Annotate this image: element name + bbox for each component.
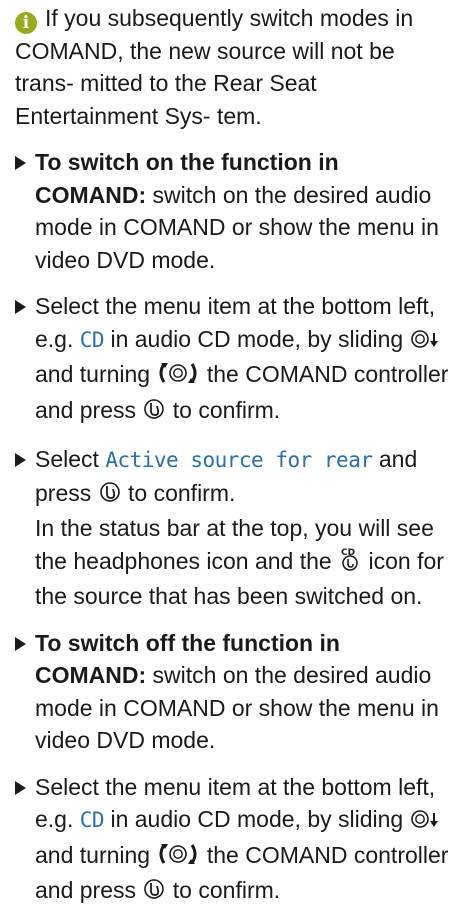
controller-press-icon bbox=[142, 877, 166, 910]
step-text-pre: Select bbox=[35, 446, 99, 472]
step-select-menu-item: Select the menu item at the bottom left,… bbox=[15, 290, 451, 429]
manual-page: i If you subsequently switch modes in COM… bbox=[0, 0, 465, 910]
cd-source-icon: CD bbox=[338, 546, 362, 581]
controller-slide-down-icon bbox=[410, 806, 442, 839]
step-text-mid1: in audio CD mode, by sliding bbox=[110, 325, 404, 352]
controller-turn-icon bbox=[156, 842, 200, 875]
step-text-mid2: and turning bbox=[35, 361, 151, 387]
step-arrow-icon bbox=[15, 156, 26, 170]
display-text-cd: CD bbox=[79, 808, 105, 832]
step-switch-off-heading: To switch off the function in COMAND: sw… bbox=[15, 627, 451, 757]
step-switch-on-heading: To switch on the function in COMAND: swi… bbox=[15, 146, 451, 276]
step-active-source: Select Active source for rear and press … bbox=[15, 443, 451, 613]
step-text-mid1: in audio CD mode, by sliding bbox=[110, 806, 404, 832]
step-arrow-icon bbox=[15, 300, 26, 314]
controller-press-icon bbox=[142, 397, 166, 430]
info-note: i If you subsequently switch modes in COM… bbox=[15, 2, 451, 132]
controller-slide-down-icon bbox=[410, 326, 442, 359]
step-arrow-icon bbox=[15, 780, 26, 795]
step-result-text: In the status bar at the top, you will s… bbox=[35, 512, 451, 613]
step-text-post: to confirm. bbox=[172, 877, 281, 903]
controller-press-icon bbox=[98, 480, 122, 513]
info-icon: i bbox=[15, 12, 37, 34]
display-text-active-source: Active source for rear bbox=[105, 448, 373, 472]
step-arrow-icon bbox=[15, 453, 26, 467]
controller-turn-icon bbox=[156, 361, 200, 394]
step-text-post: to confirm. bbox=[128, 479, 236, 506]
step-arrow-icon bbox=[15, 636, 26, 651]
step-text-post: to confirm. bbox=[172, 396, 281, 423]
display-text-cd: CD bbox=[79, 327, 105, 352]
note-text: If you subsequently switch modes in COMA… bbox=[15, 5, 414, 129]
step-select-menu-item-2: Select the menu item at the bottom left,… bbox=[15, 771, 451, 910]
step-text-mid2: and turning bbox=[35, 841, 151, 868]
